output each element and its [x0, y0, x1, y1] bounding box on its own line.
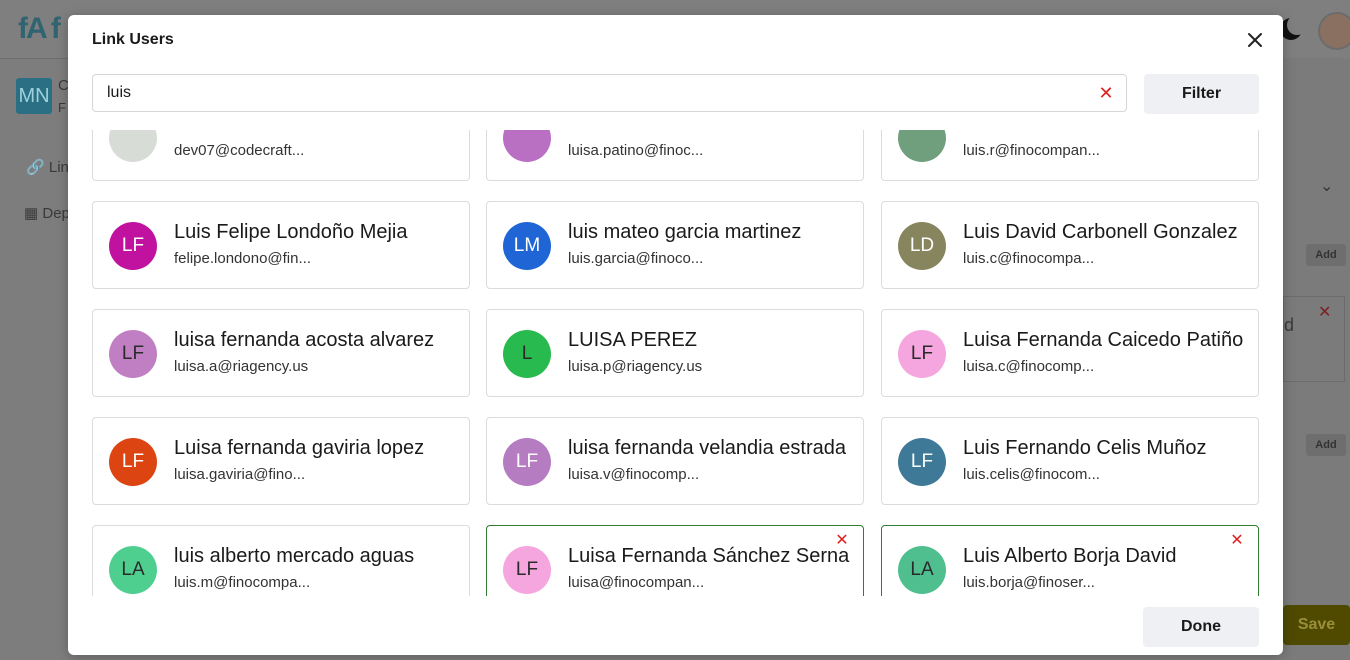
user-card[interactable]: dev07@codecraft...: [92, 130, 470, 181]
add-button-bg-2: Add: [1306, 434, 1346, 456]
user-avatar: [1318, 12, 1350, 50]
user-name: luisa fernanda acosta alvarez: [174, 329, 435, 351]
user-email: felipe.londono@fin...: [174, 250, 311, 267]
user-card[interactable]: LF Luis Fernando Celis Muñoz luis.celis@fi…: [881, 417, 1259, 505]
user-name: Luis Alberto Borja David: [963, 545, 1177, 567]
user-card[interactable]: LA Luis Alberto Borja David luis.borja@fin…: [881, 525, 1259, 596]
nav-link-item: 🔗 Lin: [26, 159, 69, 176]
user-name: Luis David Carbonell Gonzalez: [963, 221, 1238, 243]
user-avatar: LF: [898, 438, 946, 486]
user-email: luis.celis@finocom...: [963, 466, 1100, 483]
add-button-bg-1: Add: [1306, 244, 1346, 266]
user-name: Luis Felipe Londoño Mejia: [174, 221, 408, 243]
user-email: luis.m@finocompa...: [174, 574, 311, 591]
user-card[interactable]: L LUISA PEREZ luisa.p@riagency.us: [486, 309, 864, 397]
user-card[interactable]: LF Luisa fernanda gaviria lopez luisa.gavi…: [92, 417, 470, 505]
remove-selection-icon[interactable]: ✕: [1230, 533, 1244, 549]
user-email: luis.r@finocompan...: [963, 142, 1100, 159]
close-icon: [1248, 33, 1262, 47]
user-email: luisa.c@finocomp...: [963, 358, 1095, 375]
user-avatar: LF: [109, 330, 157, 378]
user-avatar: LA: [898, 546, 946, 594]
user-name: Luisa fernanda gaviria lopez: [174, 437, 425, 459]
search-box: ✕: [92, 74, 1127, 112]
user-email: luisa.patino@finoc...: [568, 142, 704, 159]
background-card: d: [1283, 296, 1345, 382]
user-name: Luisa Fernanda Caicedo Patiño: [963, 329, 1244, 351]
user-card[interactable]: luis.r@finocompan...: [881, 130, 1259, 181]
user-name: LUISA PEREZ: [568, 329, 697, 351]
user-card[interactable]: LM luis mateo garcia martinez luis.garcia@…: [486, 201, 864, 289]
user-avatar: LF: [898, 330, 946, 378]
user-list: dev07@codecraft... luisa.patino@finoc... l…: [68, 130, 1283, 596]
user-avatar: LF: [503, 546, 551, 594]
user-email: luisa.v@finocomp...: [568, 466, 700, 483]
user-avatar: [503, 130, 551, 162]
user-card[interactable]: LF Luisa Fernanda Sánchez Serna luisa@fino…: [486, 525, 864, 596]
user-avatar: LA: [109, 546, 157, 594]
org-logo: MN: [16, 78, 52, 114]
user-avatar: LF: [109, 222, 157, 270]
user-avatar: [898, 130, 946, 162]
user-avatar: LM: [503, 222, 551, 270]
app-logo: fA f: [18, 12, 61, 45]
user-email: dev07@codecraft...: [174, 142, 305, 159]
user-avatar: LF: [503, 438, 551, 486]
user-name: Luisa Fernanda Sánchez Serna: [568, 545, 850, 567]
user-avatar: [109, 130, 157, 162]
user-card[interactable]: LF luisa fernanda acosta alvarez luisa.a@r…: [92, 309, 470, 397]
save-button-bg: Save: [1283, 605, 1350, 645]
user-card[interactable]: LA luis alberto mercado aguas luis.m@finoc…: [92, 525, 470, 596]
user-avatar: LD: [898, 222, 946, 270]
user-name: luisa fernanda velandia estrada: [568, 437, 846, 459]
link-users-modal: Link Users ✕ Filter dev07@codecraft... lu…: [68, 15, 1283, 655]
user-name: luis mateo garcia martinez: [568, 221, 802, 243]
user-email: luisa.a@riagency.us: [174, 358, 309, 375]
user-card[interactable]: LF Luis Felipe Londoño Mejia felipe.london…: [92, 201, 470, 289]
user-email: luisa.gaviria@fino...: [174, 466, 306, 483]
user-email: luis.c@finocompa...: [963, 250, 1095, 267]
user-avatar: L: [503, 330, 551, 378]
user-card[interactable]: LF luisa fernanda velandia estrada luisa.v…: [486, 417, 864, 505]
close-icon: ✕: [1318, 304, 1332, 321]
user-name: Luis Fernando Celis Muñoz: [963, 437, 1207, 459]
user-email: luis.garcia@finoco...: [568, 250, 704, 267]
user-email: luis.borja@finoser...: [963, 574, 1095, 591]
user-card[interactable]: luisa.patino@finoc...: [486, 130, 864, 181]
close-button[interactable]: [1244, 29, 1266, 51]
user-email: luisa@finocompan...: [568, 574, 705, 591]
user-email: luisa.p@riagency.us: [568, 358, 703, 375]
user-card[interactable]: LD Luis David Carbonell Gonzalez luis.c@fi…: [881, 201, 1259, 289]
dark-mode-icon: [1280, 15, 1307, 40]
user-avatar: LF: [109, 438, 157, 486]
clear-search-icon[interactable]: ✕: [1097, 84, 1115, 102]
user-name: luis alberto mercado aguas: [174, 545, 415, 567]
org-subtitle: F: [58, 100, 66, 115]
modal-title: Link Users: [92, 31, 174, 48]
done-button[interactable]: Done: [1143, 607, 1259, 647]
filter-button[interactable]: Filter: [1144, 74, 1259, 114]
search-input[interactable]: [107, 75, 1087, 111]
nav-departments-item: ▦ Dep: [24, 205, 70, 222]
user-card[interactable]: LF Luisa Fernanda Caicedo Patiño luisa.c@f…: [881, 309, 1259, 397]
remove-selection-icon[interactable]: ✕: [835, 533, 849, 549]
chevron-down-icon: ⌄: [1320, 178, 1334, 195]
